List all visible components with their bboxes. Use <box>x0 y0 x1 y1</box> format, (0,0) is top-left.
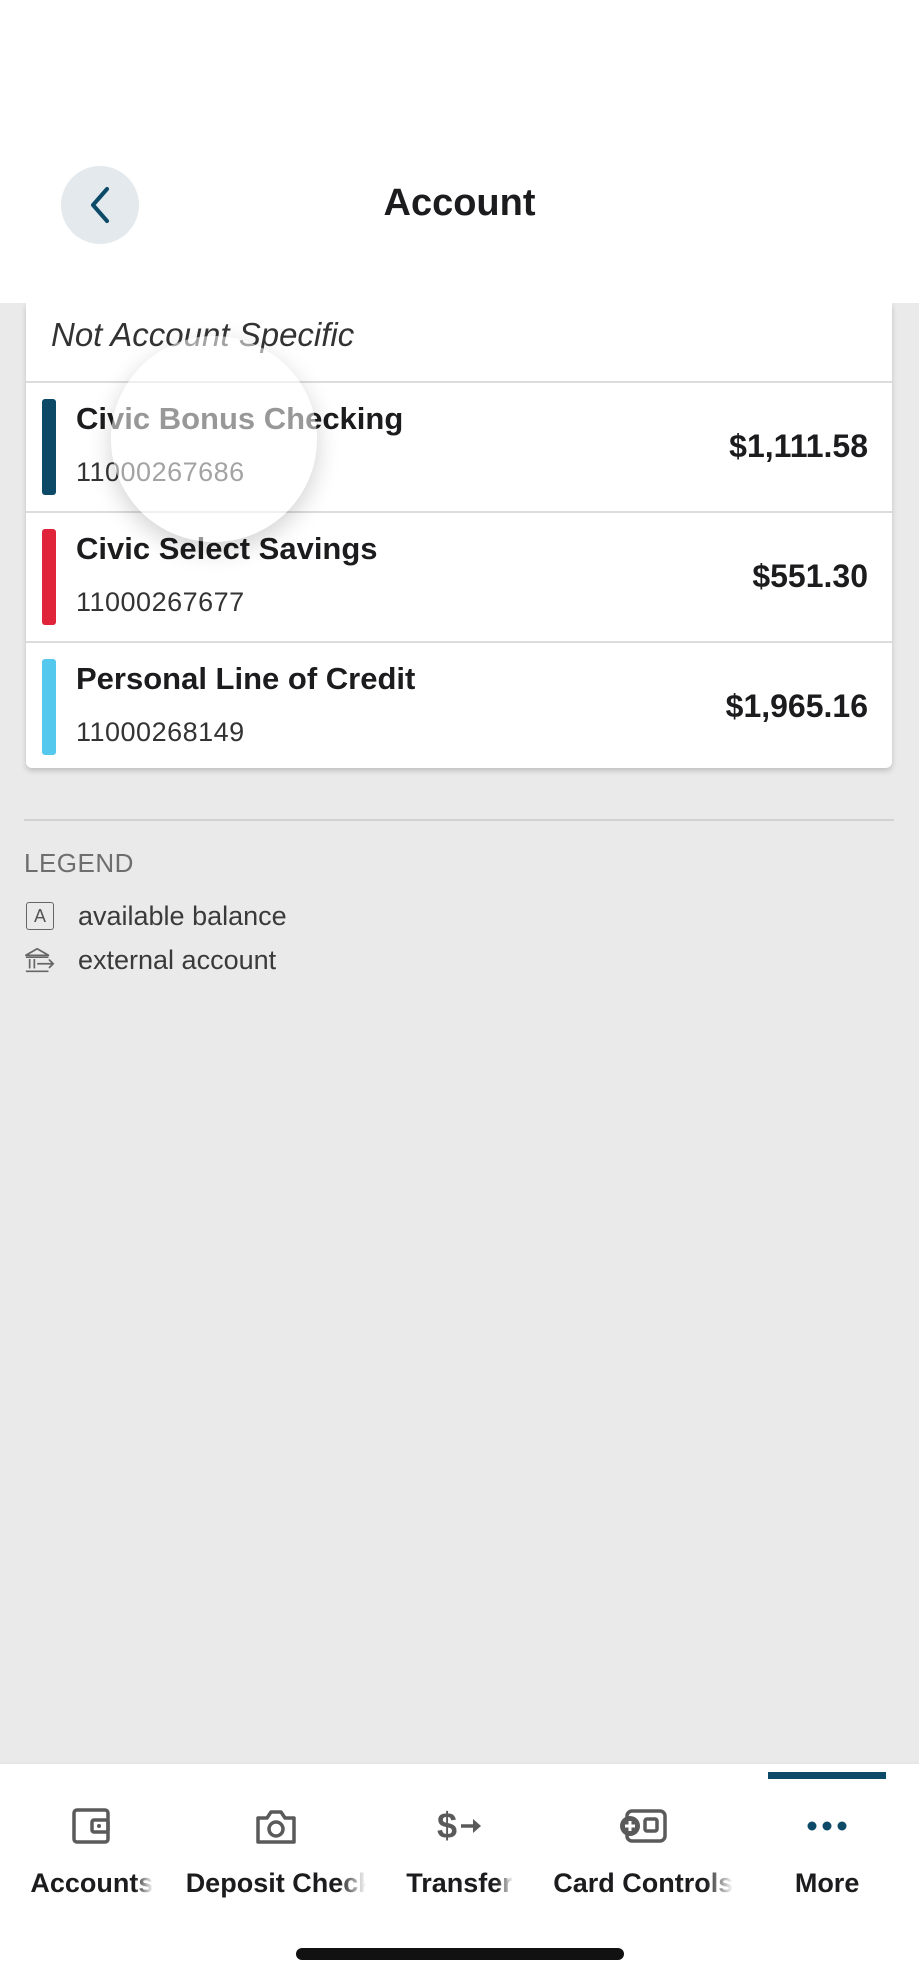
page-title: Account <box>383 182 536 224</box>
tab-label: More <box>794 1868 860 1898</box>
legend-label: available balance <box>78 900 287 931</box>
legend-label: external account <box>78 944 277 975</box>
account-name: Civic Select Savings <box>76 531 378 566</box>
legend-item-external-account: external account <box>24 944 276 976</box>
app-header: Account <box>0 0 919 303</box>
tab-label: Transfer <box>406 1868 513 1898</box>
account-row[interactable]: Civic Select Savings 11000267677 $551.30 <box>26 513 892 643</box>
tab-label: Card Controls <box>553 1868 734 1898</box>
account-name: Civic Bonus Checking <box>76 401 404 436</box>
transfer-icon: $ <box>435 1804 483 1848</box>
account-name: Personal Line of Credit <box>76 661 416 696</box>
tab-more[interactable]: More <box>735 1772 919 1912</box>
tab-accounts[interactable]: Accounts <box>0 1772 184 1912</box>
not-account-specific-option[interactable]: Not Account Specific <box>26 303 892 383</box>
account-balance: $1,111.58 <box>729 428 868 464</box>
tab-transfer[interactable]: $ Transfer <box>368 1772 552 1912</box>
available-balance-icon: A <box>24 900 56 932</box>
tab-label: Accounts <box>30 1868 154 1898</box>
external-account-icon <box>24 944 56 976</box>
legend-item-available-balance: A available balance <box>24 900 287 932</box>
account-number: 11000267677 <box>76 587 245 617</box>
legend-title: LEGEND <box>24 848 134 878</box>
account-balance: $551.30 <box>752 558 868 594</box>
account-color-bar <box>42 529 56 625</box>
account-number: 11000267686 <box>76 457 245 487</box>
account-row[interactable]: Personal Line of Credit 11000268149 $1,9… <box>26 643 892 768</box>
account-list: Not Account Specific Civic Bonus Checkin… <box>26 303 892 768</box>
tab-card-controls[interactable]: Card Controls <box>551 1772 735 1912</box>
home-indicator[interactable] <box>296 1948 624 1960</box>
more-icon <box>805 1804 849 1848</box>
account-row[interactable]: Civic Bonus Checking 11000267686 $1,111.… <box>26 383 892 513</box>
tab-label: Deposit Checks <box>185 1868 366 1898</box>
wallet-icon <box>70 1804 114 1848</box>
account-number: 11000268149 <box>76 717 245 747</box>
bottom-tab-bar: Accounts Deposit Checks $ Transfer <box>0 1772 919 1912</box>
not-account-specific-label: Not Account Specific <box>51 316 355 353</box>
account-color-bar <box>42 399 56 495</box>
card-controls-icon <box>617 1804 669 1848</box>
account-color-bar <box>42 659 56 755</box>
svg-text:$: $ <box>437 1805 457 1846</box>
account-balance: $1,965.16 <box>725 688 868 724</box>
camera-icon <box>254 1804 298 1848</box>
tab-deposit-checks[interactable]: Deposit Checks <box>184 1772 368 1912</box>
divider <box>24 819 894 821</box>
